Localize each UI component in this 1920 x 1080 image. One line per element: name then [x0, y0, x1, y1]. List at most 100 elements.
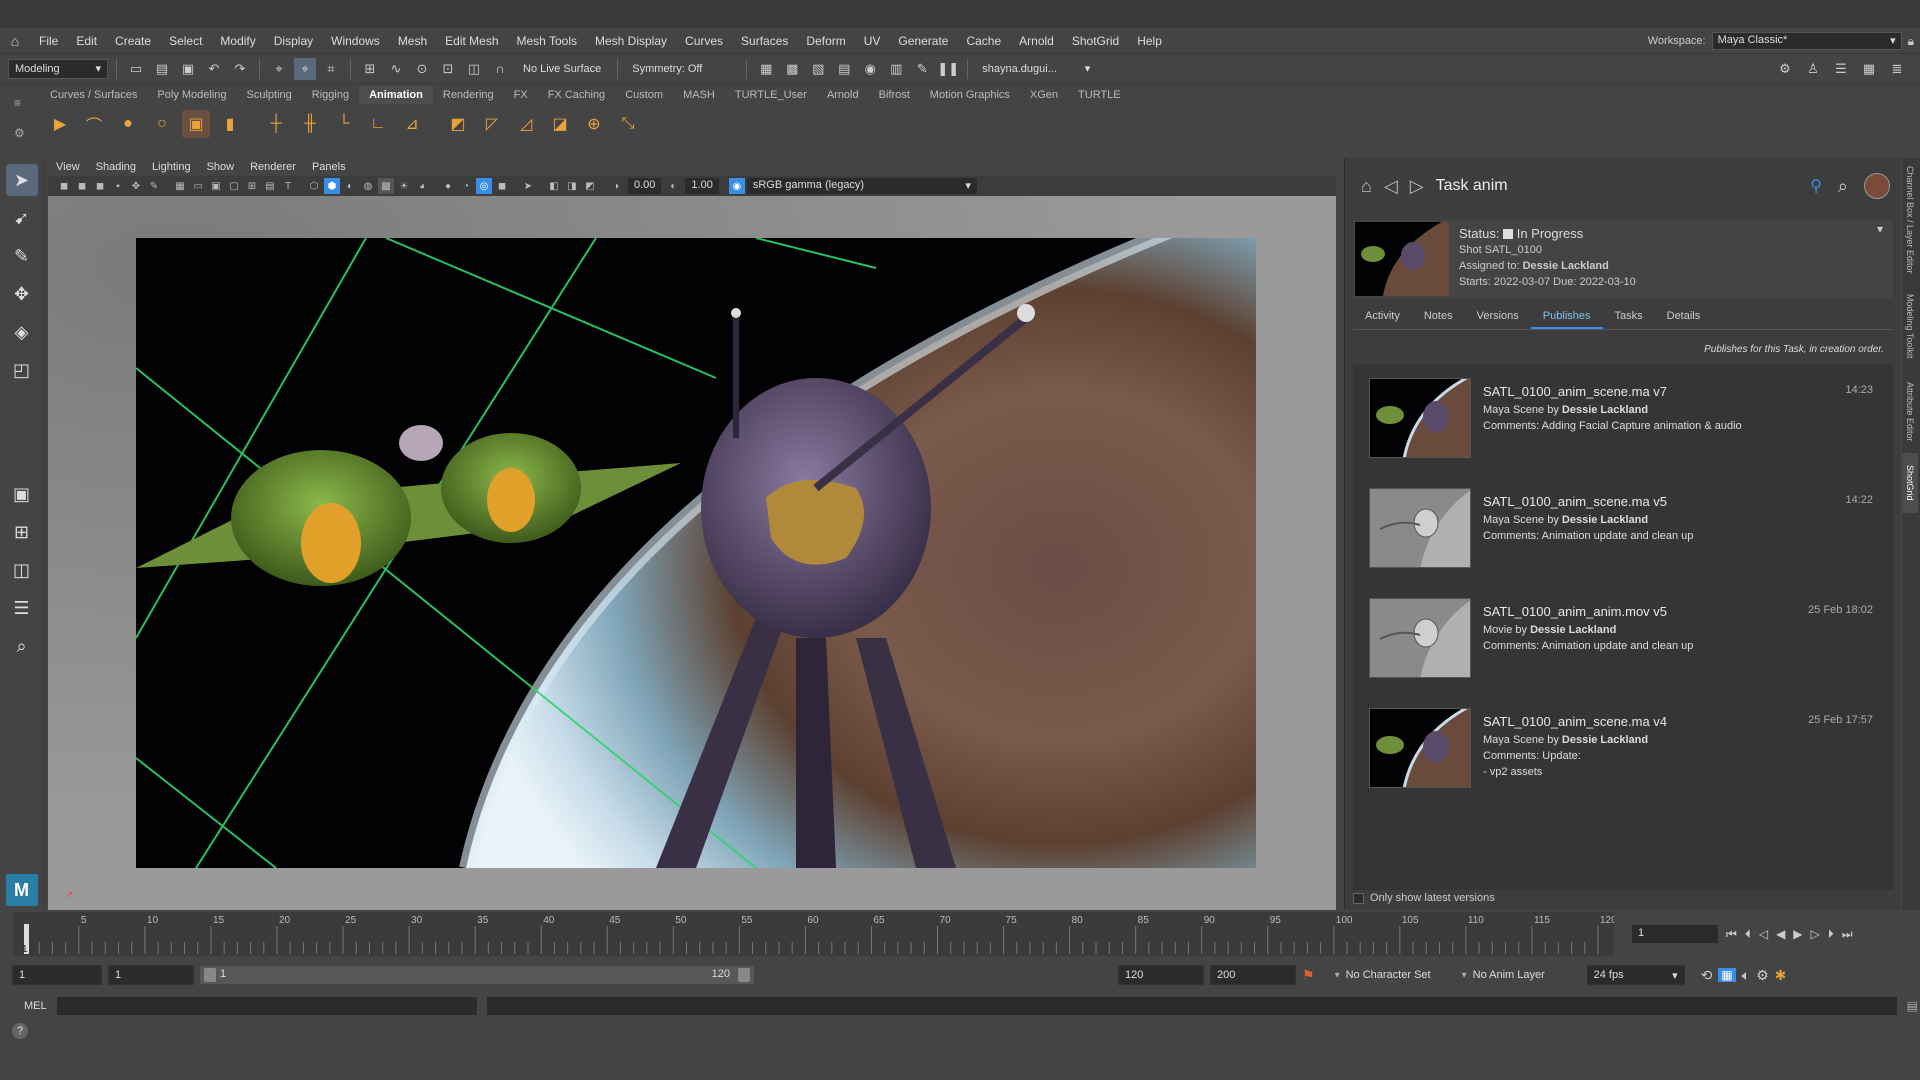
search-icon[interactable]: ⌕	[1838, 176, 1848, 197]
task-thumbnail[interactable]	[1355, 222, 1449, 296]
cache-playback-icon[interactable]: ▦	[1718, 968, 1736, 982]
open-scene-icon[interactable]: ▤	[151, 58, 173, 80]
undo-icon[interactable]: ↶	[203, 58, 225, 80]
menu-create[interactable]: Create	[106, 28, 160, 54]
menu-modify[interactable]: Modify	[211, 28, 264, 54]
shelf-tab-fx-caching[interactable]: FX Caching	[538, 86, 615, 104]
xray-joints-icon[interactable]: ◧	[546, 178, 562, 194]
four-view-layout-icon[interactable]: ⊞	[6, 516, 38, 548]
sound-icon[interactable]: 🔈︎	[1742, 967, 1750, 984]
lasso-tool-icon[interactable]: ➹	[6, 202, 38, 234]
publish-author[interactable]: Dessie Lackland	[1562, 404, 1648, 416]
paint-select-icon[interactable]: ✎	[6, 240, 38, 272]
move-tool-icon[interactable]: ✥	[6, 278, 38, 310]
publish-item[interactable]: SATL_0100_anim_scene.ma v4 Maya Scene by …	[1369, 708, 1879, 790]
viewport-menu-panels[interactable]: Panels	[304, 161, 354, 173]
menu-cache[interactable]: Cache	[957, 28, 1010, 54]
go-to-start-icon[interactable]: ⏮	[1726, 927, 1737, 942]
menu-arnold[interactable]: Arnold	[1010, 28, 1063, 54]
render-frame-icon[interactable]: ▩	[781, 58, 803, 80]
menu-mesh-tools[interactable]: Mesh Tools	[508, 28, 586, 54]
publish-name[interactable]: SATL_0100_anim_scene.ma v5	[1483, 494, 1773, 510]
motion-blur-icon[interactable]: ●	[440, 178, 456, 194]
command-input[interactable]	[56, 997, 477, 1015]
grease-pencil-icon[interactable]: ✎	[146, 178, 162, 194]
publish-item[interactable]: SATL_0100_anim_anim.mov v5 Movie by Dessi…	[1369, 598, 1879, 680]
grid-icon[interactable]: ▦	[172, 178, 188, 194]
snap-view-icon[interactable]: ⊡	[437, 58, 459, 80]
latest-versions-checkbox[interactable]	[1353, 892, 1364, 904]
camera-attributes-icon[interactable]: ◼	[74, 178, 90, 194]
unghost-icon[interactable]: ○	[148, 110, 176, 138]
search-icon[interactable]: ⌕	[6, 630, 38, 662]
home-icon[interactable]: ⌂	[1361, 176, 1372, 197]
side-tab-channel-box[interactable]: Channel Box / Layer Editor	[1902, 158, 1918, 282]
use-all-lights-icon[interactable]: ▩	[378, 178, 394, 194]
scale-constraint-icon[interactable]: ◪	[546, 110, 574, 138]
shelf-tab-custom[interactable]: Custom	[615, 86, 673, 104]
shelf-settings-icon[interactable]: ⚙	[14, 126, 25, 140]
shelf-tab-mash[interactable]: MASH	[673, 86, 725, 104]
snap-grid-icon[interactable]: ⊞	[359, 58, 381, 80]
smooth-shade-icon[interactable]: ⬢	[324, 178, 340, 194]
chevron-down-icon[interactable]: ▾	[1877, 222, 1883, 236]
shelf-tab-turtle[interactable]: TURTLE	[1068, 86, 1131, 104]
shelf-tab-poly-modeling[interactable]: Poly Modeling	[147, 86, 236, 104]
snap-magnet-icon[interactable]: ∩	[489, 58, 511, 80]
anim-layer-dropdown[interactable]: No Anim Layer	[1473, 969, 1581, 981]
tab-versions[interactable]: Versions	[1465, 304, 1531, 329]
range-end-handle[interactable]	[738, 968, 750, 982]
viewport-menu-lighting[interactable]: Lighting	[144, 161, 199, 173]
step-forward-frame-icon[interactable]: ▷	[1811, 927, 1820, 941]
xray-icon[interactable]: ➤	[520, 178, 536, 194]
bookmark-icon[interactable]: ◼	[92, 178, 108, 194]
menu-file[interactable]: File	[30, 28, 67, 54]
viewport-menu-show[interactable]: Show	[199, 161, 243, 173]
command-language-label[interactable]: MEL	[24, 1000, 47, 1012]
pole-vector-icon[interactable]: ⤡	[614, 110, 642, 138]
play-forwards-icon[interactable]: ▶	[1793, 927, 1802, 941]
shelf-tab-animation[interactable]: Animation	[359, 86, 433, 104]
select-component-icon[interactable]: ⌗	[320, 58, 342, 80]
gamma-field[interactable]: 1.00	[685, 178, 719, 194]
menu-edit[interactable]: Edit	[67, 28, 106, 54]
viewport-menu-shading[interactable]: Shading	[88, 161, 144, 173]
tab-tasks[interactable]: Tasks	[1603, 304, 1655, 329]
character-icon[interactable]: ♙	[1802, 58, 1824, 80]
parent-constraint-icon[interactable]: ⊕	[580, 110, 608, 138]
select-hierarchy-icon[interactable]: ⌖	[268, 58, 290, 80]
side-tab-shotgrid[interactable]: ShotGrid	[1902, 453, 1918, 513]
shelf-tab-arnold[interactable]: Arnold	[817, 86, 869, 104]
anti-aliasing-icon[interactable]: ◔	[458, 178, 474, 194]
step-back-frame-icon[interactable]: ◁	[1759, 927, 1768, 941]
ipr-render-icon[interactable]: ▧	[807, 58, 829, 80]
ik-spline-icon[interactable]: ∟	[364, 110, 392, 138]
publish-name[interactable]: SATL_0100_anim_scene.ma v7	[1483, 384, 1773, 400]
shelf-tab-xgen[interactable]: XGen	[1020, 86, 1068, 104]
resolution-gate-icon[interactable]: ▣	[208, 178, 224, 194]
status-value[interactable]: In Progress	[1517, 226, 1583, 241]
shelf-menu-icon[interactable]: ≡	[14, 96, 21, 110]
tab-activity[interactable]: Activity	[1353, 304, 1412, 329]
publish-name[interactable]: SATL_0100_anim_anim.mov v5	[1483, 604, 1773, 620]
shelf-tab-sculpting[interactable]: Sculpting	[237, 86, 302, 104]
hypershade-icon[interactable]: ◉	[859, 58, 881, 80]
insert-joint-icon[interactable]: ╫	[296, 110, 324, 138]
gate-mask-icon[interactable]: ▢	[226, 178, 242, 194]
scene-start-field[interactable]: 1	[12, 965, 102, 985]
menu-help[interactable]: Help	[1128, 28, 1171, 54]
light-editor-icon[interactable]: ✎	[911, 58, 933, 80]
shelf-tab-curves-surfaces[interactable]: Curves / Surfaces	[40, 86, 147, 104]
shelf-tab-rendering[interactable]: Rendering	[433, 86, 504, 104]
shelf-tab-fx[interactable]: FX	[504, 86, 538, 104]
aim-constraint-icon[interactable]: ◸	[478, 110, 506, 138]
ik-handle-icon[interactable]: └	[330, 110, 358, 138]
viewport-menu-view[interactable]: View	[48, 161, 88, 173]
avatar[interactable]	[1864, 173, 1890, 199]
scale-tool-icon[interactable]: ◰	[6, 354, 38, 386]
playback-end-field[interactable]: 120	[1118, 965, 1204, 985]
image-plane-icon[interactable]: ▪	[110, 178, 126, 194]
tab-notes[interactable]: Notes	[1412, 304, 1465, 329]
new-scene-icon[interactable]: ▭	[125, 58, 147, 80]
color-management-icon[interactable]: ◉	[728, 178, 745, 194]
